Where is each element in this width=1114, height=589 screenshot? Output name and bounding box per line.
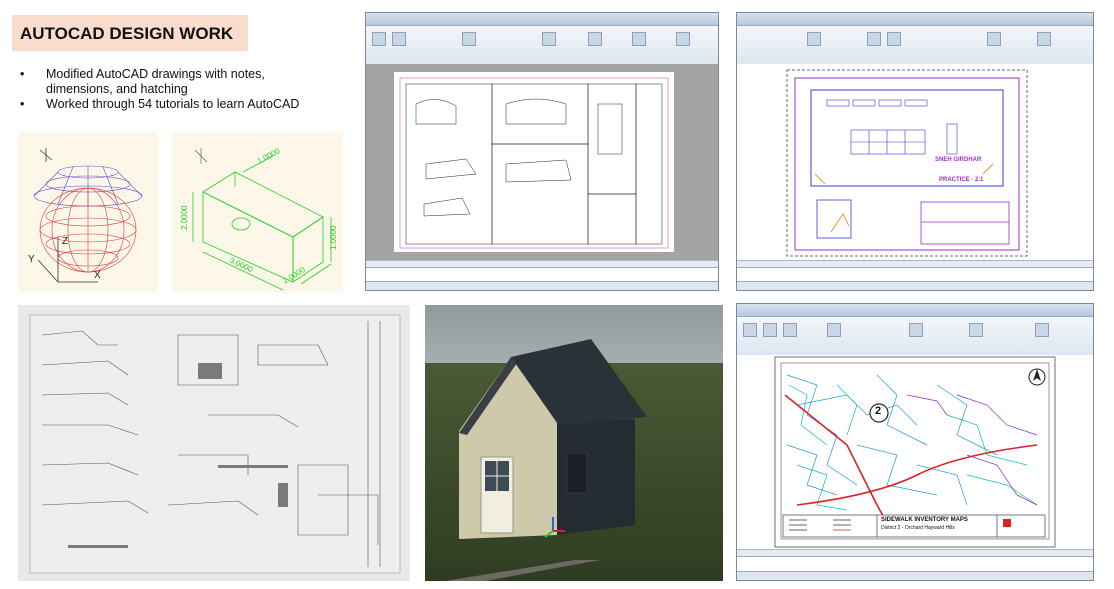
ribbon-toolbar — [737, 26, 1093, 65]
printed-drawing-photo — [18, 305, 410, 581]
drawing-canvas: SNEH GIRDHAR PRACTICE - 2.1 — [737, 64, 1093, 260]
scale-icon — [676, 32, 690, 46]
bullet-item: • Worked through 54 tutorials to learn A… — [20, 97, 350, 112]
dim-label: 3.0000 — [228, 256, 254, 275]
polyline-icon — [763, 323, 777, 337]
bullet-continuation: dimensions, and hatching — [20, 82, 350, 97]
bullet-text: dimensions, and hatching — [46, 82, 188, 96]
window-titlebar — [366, 13, 718, 26]
layer-properties-icon — [969, 323, 983, 337]
cad-floorplan-screenshot: SNEH GIRDHAR PRACTICE - 2.1 — [736, 12, 1094, 291]
spelling-icon — [392, 32, 406, 46]
bullet-text: Worked through 54 tutorials to learn Aut… — [46, 97, 300, 111]
window-titlebar — [737, 304, 1093, 317]
light-icon — [867, 32, 881, 46]
insert-block-icon — [909, 323, 923, 337]
window-titlebar — [737, 13, 1093, 26]
sketch-icon — [807, 32, 821, 46]
render-icon — [1037, 32, 1051, 46]
shadows-icon — [887, 32, 901, 46]
page-title: AUTOCAD DESIGN WORK — [20, 24, 234, 43]
drafter-name: SNEH GIRDHAR — [935, 157, 982, 163]
dim-label: 1.0000 — [329, 225, 338, 250]
line-icon — [743, 323, 757, 337]
dim-label: 1.0000 — [256, 146, 282, 166]
map-subtitle: District 2 - Orchard Hayward Hills — [881, 525, 955, 531]
cad-map-screenshot: 2 SIDEWALK INVENTORY MAPS District 2 - O… — [736, 303, 1094, 581]
status-bar — [366, 281, 718, 290]
materials-icon — [987, 32, 1001, 46]
status-bar — [737, 571, 1093, 580]
table-icon — [588, 32, 602, 46]
wireframe-sphere-image: Z X Y — [18, 132, 158, 292]
multileader-icon — [542, 32, 556, 46]
ribbon-toolbar — [366, 26, 718, 65]
axis-label-z: Z — [62, 236, 68, 247]
status-bar — [737, 281, 1093, 290]
cad-layout-screenshot — [365, 12, 719, 291]
bullet-dot: • — [20, 67, 25, 81]
dimensioned-block-image: 1.0000 2.0000 1.0000 3.0000 2.0000 — [173, 132, 343, 292]
move-icon — [783, 323, 797, 337]
text-icon — [827, 323, 841, 337]
dim-label: 2.0000 — [180, 205, 189, 230]
bullet-text: Modified AutoCAD drawings with notes, — [46, 67, 265, 81]
bullet-item: • Modified AutoCAD drawings with notes, — [20, 67, 350, 82]
practice-label: PRACTICE - 2.1 — [939, 177, 984, 183]
map-title: SIDEWALK INVENTORY MAPS — [881, 517, 968, 523]
dimension-icon — [462, 32, 476, 46]
markup-icon — [632, 32, 646, 46]
drawing-canvas: 2 SIDEWALK INVENTORY MAPS District 2 - O… — [737, 355, 1093, 549]
paste-icon — [1035, 323, 1049, 337]
district-number: 2 — [875, 405, 882, 417]
ribbon-toolbar — [737, 317, 1093, 356]
text-icon — [372, 32, 386, 46]
drawing-canvas — [366, 64, 718, 260]
axis-label-y: Y — [28, 254, 35, 265]
bullet-dot: • — [20, 97, 25, 111]
house-render-image — [425, 305, 723, 581]
axis-label-x: X — [94, 270, 101, 281]
